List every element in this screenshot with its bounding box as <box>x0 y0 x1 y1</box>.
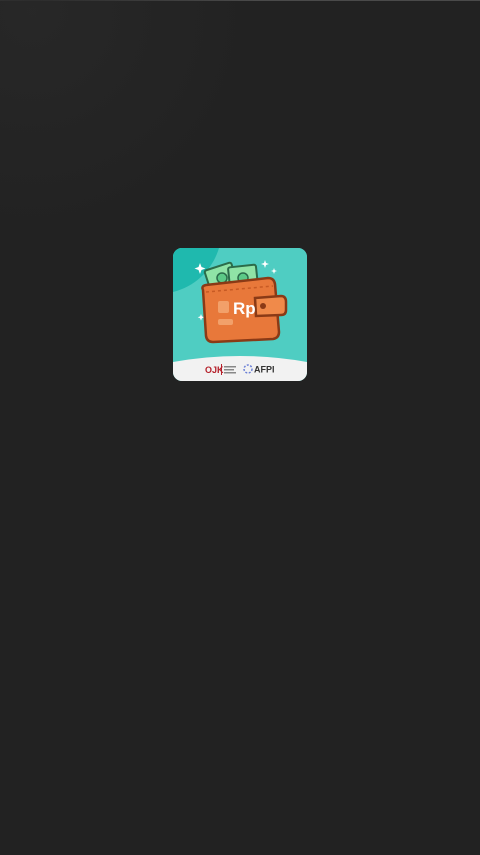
status-divider <box>0 0 480 1</box>
splash-screen: Rp OJK AFPI <box>0 0 480 855</box>
afpi-logo-text: AFPI <box>254 365 275 375</box>
app-icon: Rp OJK AFPI <box>173 248 307 381</box>
wallet-icon: Rp <box>201 276 288 344</box>
background-glow <box>0 0 260 240</box>
wallet-label: Rp <box>233 299 256 318</box>
